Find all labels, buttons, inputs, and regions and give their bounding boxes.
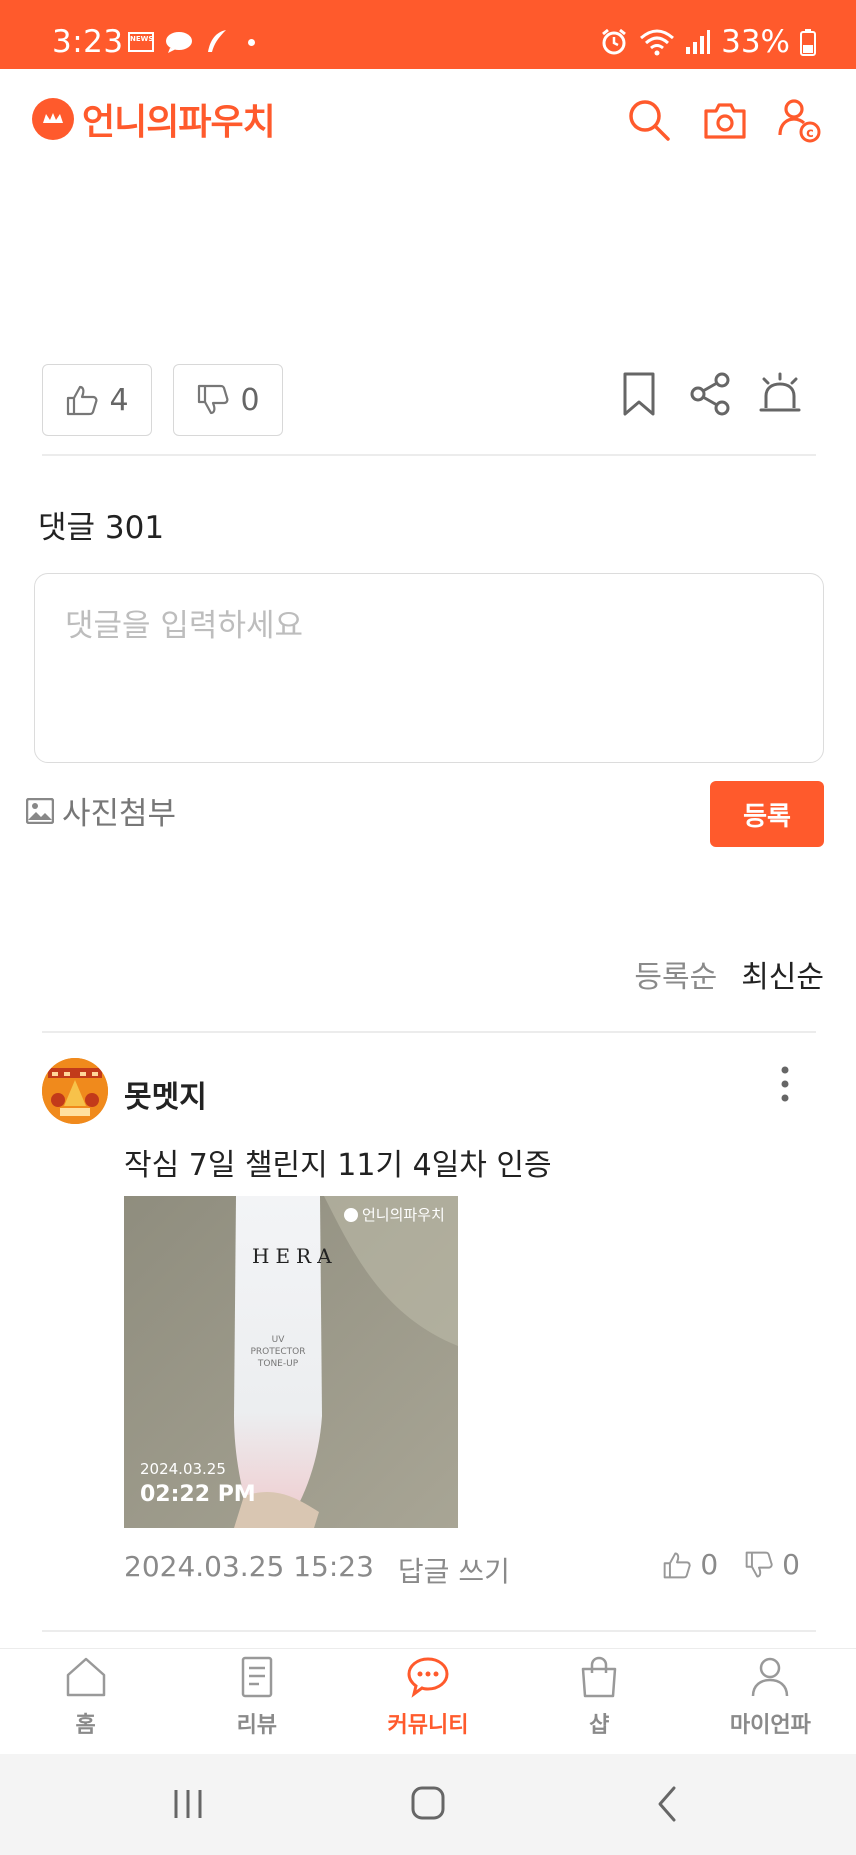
comment-author[interactable]: 못멧지 [124, 1072, 207, 1116]
comments-count-title: 댓글 301 [38, 510, 165, 546]
comment-meta: 2024.03.25 15:23 답글 쓰기 [124, 1550, 510, 1590]
watermark-logo-icon [344, 1207, 358, 1222]
photo-time: 02:22 PM [140, 1482, 256, 1507]
avatar[interactable] [42, 1058, 108, 1124]
more-notifications-dot [248, 38, 255, 46]
image-icon [26, 797, 54, 824]
tab-home-label: 홈 [75, 1713, 96, 1738]
sort-options: 등록순 최신순 [634, 952, 824, 996]
reply-button[interactable]: 답글 쓰기 [398, 1550, 510, 1590]
status-right: 33% [599, 24, 816, 60]
search-icon[interactable] [626, 97, 672, 143]
comment-text: 작심 7일 챌린지 11기 4일차 인증 [124, 1148, 552, 1183]
attach-photo-button[interactable]: 사진첨부 [26, 788, 176, 833]
shopping-bag-icon [581, 1656, 617, 1698]
comment-votes: 0 0 [662, 1548, 800, 1581]
my-profile-icon[interactable]: c [776, 97, 822, 143]
like-button[interactable]: 4 [42, 364, 152, 436]
comment-dislike-button[interactable]: 0 [744, 1548, 800, 1581]
svg-text:c: c [806, 126, 814, 141]
camera-icon[interactable] [702, 97, 748, 143]
chat-bubble-icon [407, 1657, 449, 1698]
attach-photo-label: 사진첨부 [62, 796, 177, 832]
notification-icons: NEWS [128, 28, 255, 56]
tab-my-page[interactable]: 마이언파 [685, 1649, 856, 1754]
like-count: 4 [109, 382, 129, 418]
recent-apps-icon[interactable] [164, 1782, 212, 1826]
comment-photo[interactable]: 언니의파우치 HERA UV PROTECTOR TONE-UP 2024.03… [124, 1196, 458, 1528]
chat-bubble-status-icon [166, 32, 192, 53]
comment-input[interactable] [65, 608, 793, 644]
comment-like-button[interactable]: 0 [662, 1548, 718, 1581]
thumbs-down-icon [198, 384, 229, 415]
comment-input-box[interactable] [34, 573, 824, 763]
tab-shop[interactable]: 샵 [514, 1649, 685, 1754]
brand-logo[interactable]: 언니의파우치 [32, 93, 276, 145]
tab-review[interactable]: 리뷰 [171, 1649, 342, 1754]
sort-by-latest[interactable]: 최신순 [741, 952, 824, 996]
battery-icon [800, 29, 816, 56]
wifi-icon [640, 29, 675, 56]
product-lines: UV PROTECTOR TONE-UP [250, 1335, 306, 1369]
photo-watermark: 언니의파우치 [344, 1204, 445, 1225]
tab-home[interactable]: 홈 [0, 1649, 171, 1754]
person-icon [752, 1657, 789, 1697]
tab-review-label: 리뷰 [236, 1713, 278, 1738]
sort-by-registered[interactable]: 등록순 [634, 952, 717, 996]
comment-dislike-count: 0 [782, 1548, 800, 1581]
tab-shop-label: 샵 [589, 1713, 610, 1738]
photo-date: 2024.03.25 [140, 1460, 226, 1478]
divider [42, 1630, 816, 1632]
thumbs-up-icon [67, 385, 98, 416]
tab-my-page-label: 마이언파 [729, 1713, 811, 1738]
tab-community[interactable]: 커뮤니티 [342, 1649, 513, 1754]
home-icon [66, 1657, 105, 1697]
alarm-icon [602, 28, 627, 55]
review-icon [241, 1656, 273, 1698]
dislike-button[interactable]: 0 [173, 364, 283, 436]
divider [42, 454, 816, 456]
bookmark-icon[interactable] [615, 370, 663, 418]
news-icon: NEWS [128, 32, 154, 52]
home-button-icon[interactable] [404, 1782, 452, 1826]
back-icon[interactable] [644, 1782, 692, 1826]
signal-icon [686, 30, 711, 54]
thumbs-down-icon [745, 1551, 773, 1577]
battery-percent: 33% [721, 24, 790, 60]
report-siren-icon[interactable] [756, 370, 804, 418]
comment-like-count: 0 [700, 1548, 719, 1581]
submit-comment-button[interactable]: 등록 [710, 781, 824, 847]
status-time: 3:23 [52, 24, 124, 60]
dislike-count: 0 [240, 382, 260, 418]
status-bar: 3:23 NEWS 33% [0, 0, 856, 69]
system-navigation-bar [0, 1754, 856, 1855]
feather-icon [208, 30, 226, 52]
product-brand-text: HERA [252, 1244, 338, 1268]
comment-datetime: 2024.03.25 15:23 [124, 1550, 374, 1583]
logo-icon [32, 98, 74, 140]
app-header: 언니의파우치 c [0, 69, 856, 169]
share-icon[interactable] [686, 370, 734, 418]
more-options-icon[interactable] [770, 1062, 800, 1106]
tab-community-label: 커뮤니티 [387, 1713, 469, 1738]
divider [42, 1031, 816, 1033]
thumbs-up-icon [664, 1552, 691, 1578]
bottom-tab-bar: 홈 리뷰 커뮤니티 샵 마이언파 [0, 1648, 856, 1754]
brand-name: 언니의파우치 [82, 102, 276, 143]
